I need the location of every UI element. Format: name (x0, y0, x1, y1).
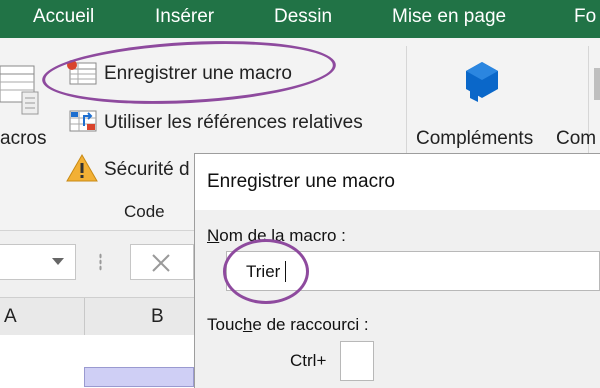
addins-button-label[interactable]: Compléments (416, 128, 533, 150)
selected-cells[interactable] (84, 367, 194, 387)
shortcut-label-part1: Touc (207, 315, 243, 334)
relative-references-icon[interactable] (68, 108, 98, 134)
column-header-b[interactable]: B (151, 306, 164, 328)
name-box[interactable] (0, 244, 76, 280)
addins-icon[interactable] (460, 60, 504, 106)
column-divider[interactable] (84, 298, 85, 335)
dialog-title-bar: Enregistrer une macro (195, 154, 600, 210)
grip-handle[interactable] (99, 253, 102, 271)
dialog-title: Enregistrer une macro (207, 171, 395, 192)
tab-accueil[interactable]: Accueil (33, 6, 94, 28)
chevron-down-icon[interactable] (52, 258, 64, 265)
relative-references-button[interactable]: Utiliser les références relatives (104, 112, 363, 134)
macros-button-label[interactable]: acros (0, 128, 46, 150)
macros-icon[interactable] (0, 60, 40, 120)
shortcut-label-part2: e de raccourci : (252, 315, 369, 334)
code-group-label: Code (124, 202, 165, 221)
tab-dessin[interactable]: Dessin (274, 6, 332, 28)
ribbon-tab-bar: Accueil Insérer Dessin Mise en page Fo (0, 0, 600, 38)
warning-icon[interactable] (66, 153, 98, 183)
macro-security-button[interactable]: Sécurité d (104, 159, 190, 181)
ctrl-label: Ctrl+ (290, 351, 327, 370)
shortcut-label-accesskey: h (242, 315, 253, 334)
tab-formules[interactable]: Fo (574, 6, 596, 28)
formula-buttons (130, 244, 194, 280)
cancel-icon[interactable] (151, 253, 171, 273)
macro-name-label-accesskey: N (207, 226, 220, 245)
highlight-oval-macro-name (223, 239, 309, 304)
shortcut-label: Touche de raccourci : (207, 315, 369, 335)
com-addins-icon[interactable] (594, 68, 600, 100)
tab-inserer[interactable]: Insérer (155, 6, 214, 28)
column-header-a[interactable]: A (4, 306, 17, 328)
com-addins-button-label[interactable]: Com (556, 128, 596, 150)
tab-mise-en-page[interactable]: Mise en page (392, 6, 506, 28)
shortcut-key-input[interactable] (340, 341, 374, 381)
